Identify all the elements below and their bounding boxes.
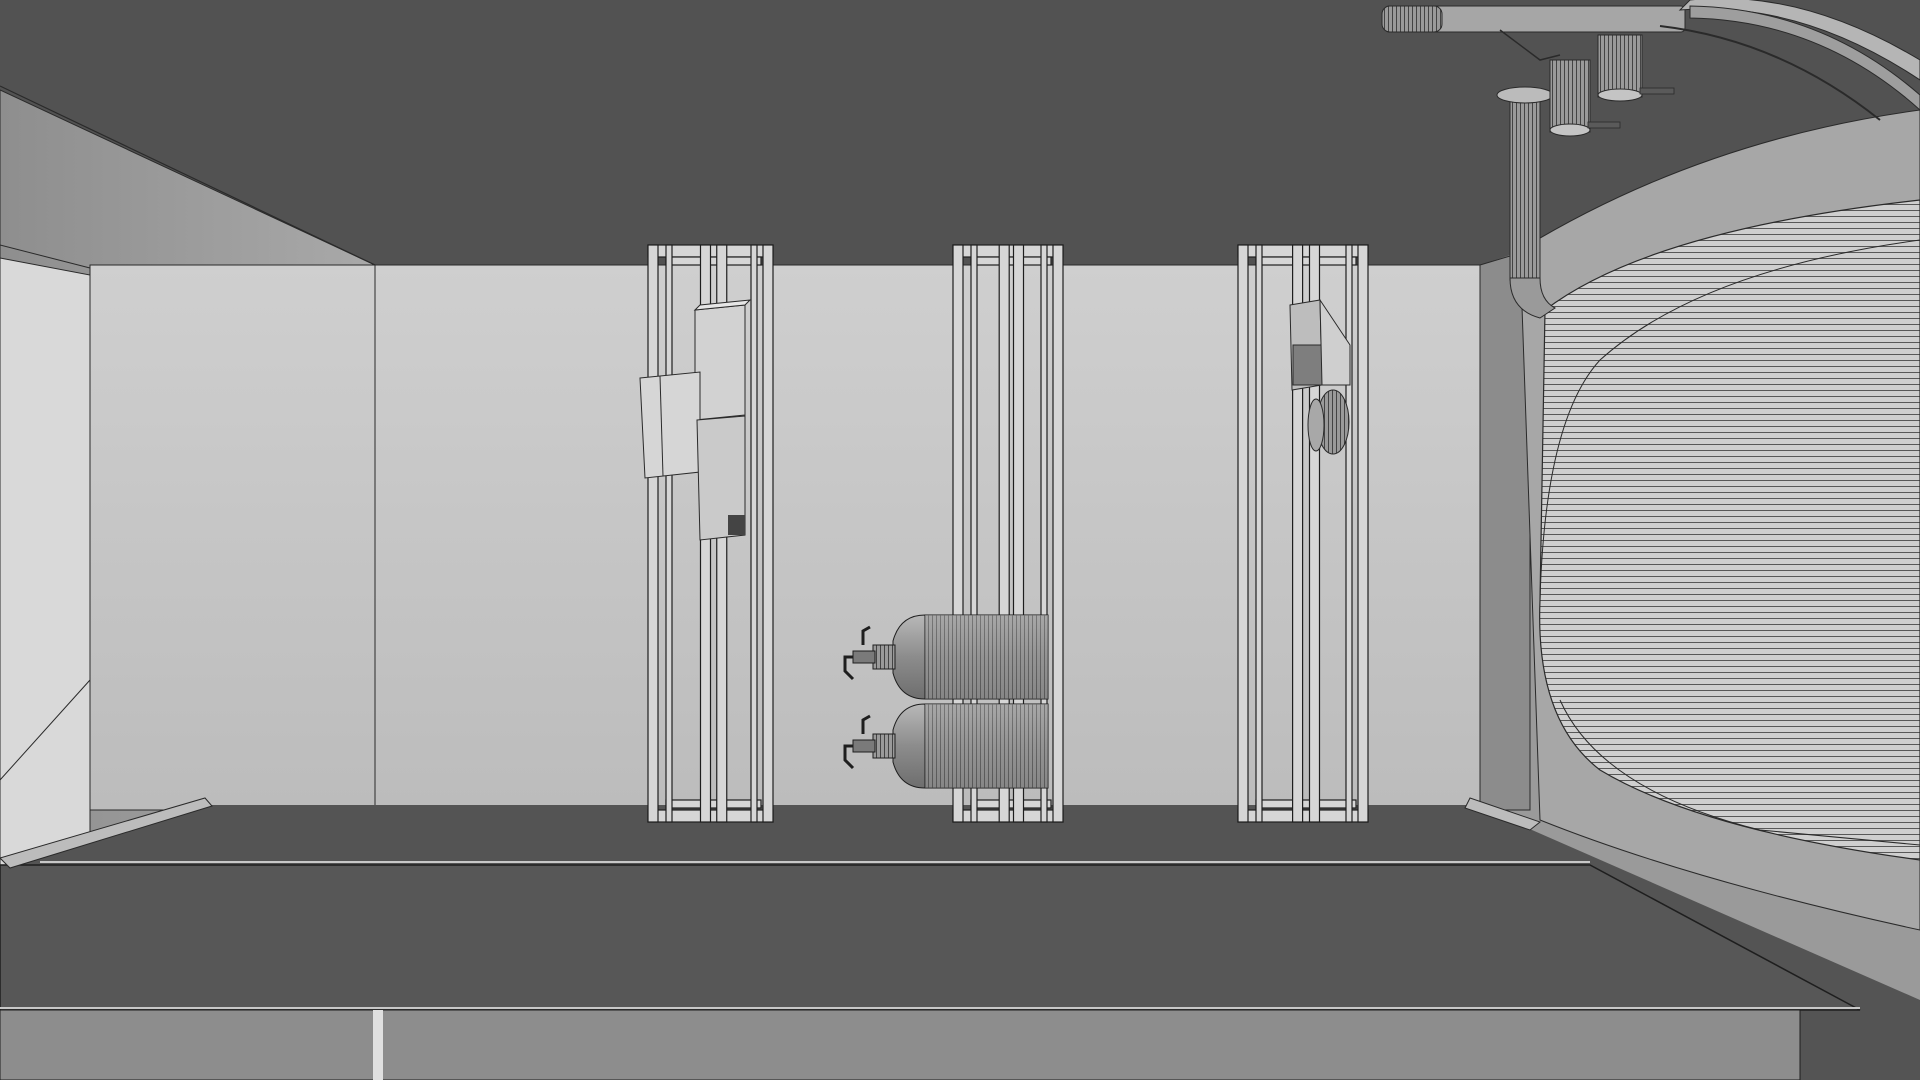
hose-coupling (1381, 5, 1443, 33)
floor-front-skirt (0, 1009, 1801, 1080)
wireframe-room-scene (0, 0, 1920, 1080)
floor-near-ledge (0, 864, 1861, 1011)
curved-tunnel (1519, 109, 1920, 931)
back-wall (89, 264, 1481, 811)
